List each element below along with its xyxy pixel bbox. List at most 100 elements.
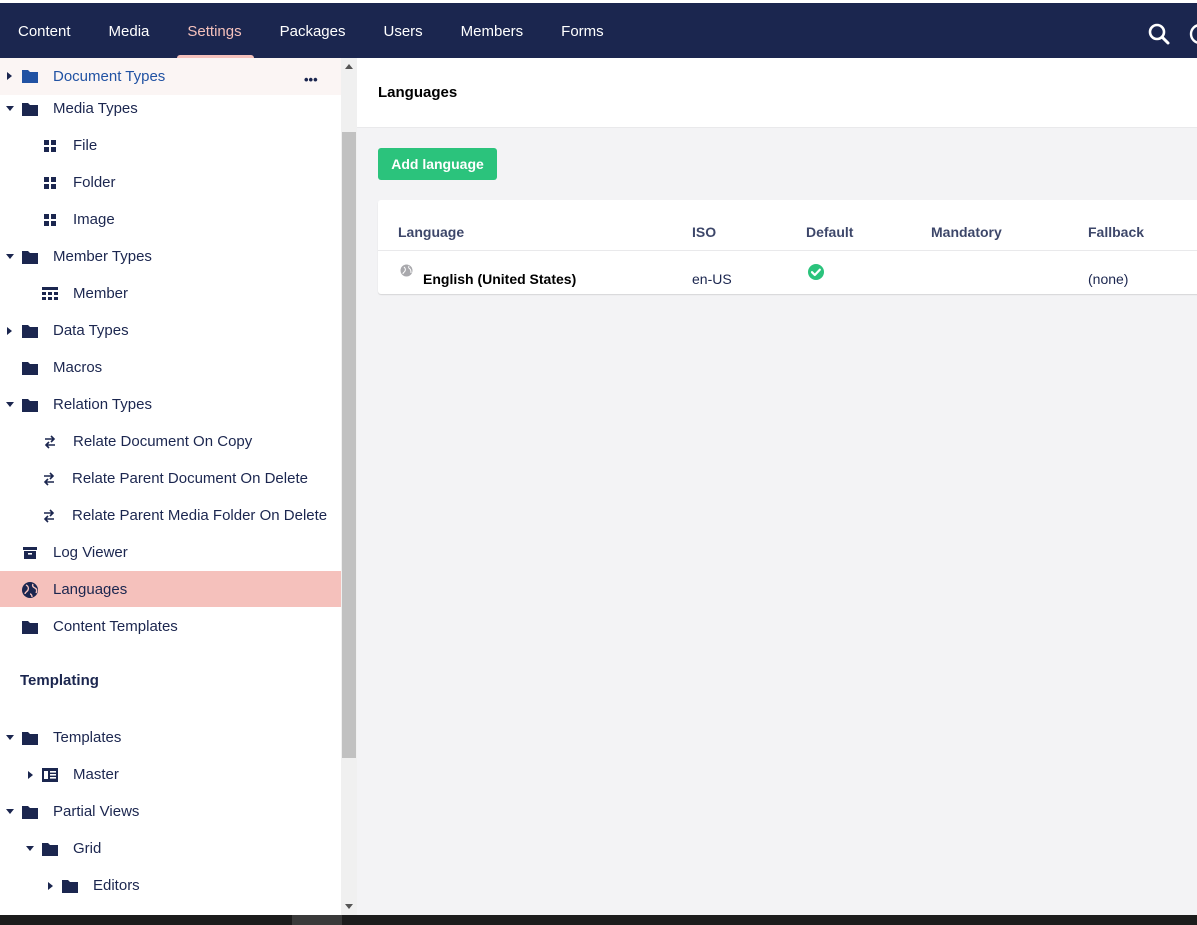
tree-item-relate-parent-document-on-delete[interactable]: Relate Parent Document On Delete [0,460,341,497]
tree-item-editors[interactable]: Editors [0,867,341,904]
folder-icon [42,843,58,856]
tree-item-relate-parent-media-folder-on-delete[interactable]: Relate Parent Media Folder On Delete [0,497,341,534]
section-heading-templating: Templating [20,672,99,689]
check-circle-icon [808,264,824,280]
folder-icon [22,103,38,116]
add-language-button[interactable]: Add language [378,148,497,180]
tab-forms[interactable]: Forms [543,6,624,58]
tree-item-label: Relate Document On Copy [73,433,253,450]
caret-down-icon[interactable] [6,254,14,259]
top-navigation-bar: Content Media Settings Packages Users Me… [0,0,1197,59]
column-header-fallback[interactable]: Fallback [1088,224,1144,240]
tree-item-label: Member [73,285,129,302]
table-cell-iso: en-US [692,271,732,287]
tab-media[interactable]: Media [91,6,170,58]
tree-item-label: Log Viewer [53,544,128,561]
tree-item-label: File [73,137,98,154]
tree-item-label: Grid [73,840,102,857]
caret-down-icon[interactable] [6,106,14,111]
page-title: Languages [378,84,458,101]
tree-item-relate-document-on-copy[interactable]: Relate Document On Copy [0,423,341,460]
tree-item-media-types[interactable]: Media Types [0,90,341,127]
tree-item-label: Media Types [53,100,138,117]
tree-item-folder[interactable]: Folder [0,164,341,201]
globe-icon [22,582,38,598]
tree-item-label: Languages [53,580,128,598]
folder-icon [22,806,38,819]
caret-right-icon[interactable] [7,327,12,335]
swap-arrows-icon [43,509,55,523]
languages-table: Language ISO Default Mandatory Fallback … [378,200,1197,294]
os-taskbar [0,915,1197,925]
tab-packages[interactable]: Packages [262,6,366,58]
tab-members[interactable]: Members [443,6,544,58]
tree-item-label: Relate Parent Media Folder On Delete [72,507,328,524]
column-header-language[interactable]: Language [398,224,464,240]
more-options-icon[interactable]: ••• [304,72,318,87]
tree-item-languages[interactable]: Languages [0,571,341,607]
member-grid-icon [42,287,58,300]
help-icon[interactable] [1188,22,1197,46]
tree-item-label: Image [73,211,115,228]
tree-item-label: Data Types [53,322,129,339]
folder-icon [62,880,78,893]
folder-icon [22,325,38,338]
tree-item-macros[interactable]: Macros [0,349,341,386]
caret-down-icon[interactable] [6,809,14,814]
archive-box-icon [23,547,37,559]
tree-item-label: Editors [93,877,140,894]
grid-icon [44,214,56,226]
folder-icon [22,399,38,412]
tree-item-member[interactable]: Member [0,275,341,312]
tree-item-data-types[interactable]: Data Types [0,312,341,349]
tree-item-log-viewer[interactable]: Log Viewer [0,534,341,571]
scroll-up-arrow-icon[interactable] [345,64,353,69]
tab-users[interactable]: Users [365,6,442,58]
caret-down-icon[interactable] [6,402,14,407]
tree-item-partial-views[interactable]: Partial Views [0,793,341,830]
section-tabs: Content Media Settings Packages Users Me… [0,6,624,59]
tree-item-label: Partial Views [53,803,140,820]
sidebar-scrollbar[interactable] [341,58,357,915]
folder-icon [22,621,38,634]
swap-arrows-icon [43,472,55,486]
scrollbar-thumb[interactable] [342,132,356,758]
folder-icon [22,362,38,375]
tab-settings[interactable]: Settings [169,6,261,59]
tree-item-label: Relate Parent Document On Delete [72,470,308,487]
row-divider [378,250,1197,251]
tree-item-master[interactable]: Master [0,756,341,793]
tree-item-templates[interactable]: Templates [0,719,341,756]
column-header-mandatory[interactable]: Mandatory [931,224,1002,240]
caret-right-icon[interactable] [28,771,33,779]
tree-item-label: Relation Types [53,396,152,413]
grid-icon [44,140,56,152]
tree-item-grid[interactable]: Grid [0,830,341,867]
tab-content[interactable]: Content [0,6,91,58]
caret-down-icon[interactable] [6,735,14,740]
tree-item-label: Member Types [53,248,152,265]
taskbar-item[interactable] [292,915,342,925]
caret-right-icon[interactable] [48,882,53,890]
tree-item-relation-types[interactable]: Relation Types [0,386,341,423]
languages-panel: Languages Add language Language ISO Defa… [357,58,1197,915]
search-icon[interactable] [1147,22,1171,46]
grid-icon [44,177,56,189]
tree-item-content-templates[interactable]: Content Templates [0,608,341,645]
panel-header: Languages [357,58,1197,128]
scroll-down-arrow-icon[interactable] [345,904,353,909]
folder-icon [22,732,38,745]
caret-down-icon[interactable] [26,846,34,851]
tree-item-image[interactable]: Image [0,201,341,238]
tree-item-label: Master [73,766,119,783]
table-cell-language[interactable]: English (United States) [423,271,576,287]
folder-icon [22,251,38,264]
tree-item-member-types[interactable]: Member Types [0,238,341,275]
column-header-default[interactable]: Default [806,224,853,240]
tree-item-label: Content Templates [53,618,178,635]
caret-right-icon[interactable] [7,72,12,80]
tree-item-file[interactable]: File [0,127,341,164]
settings-tree: Document Types ••• Media Types File Fold… [0,58,341,915]
tree-item-label: Folder [73,174,116,191]
column-header-iso[interactable]: ISO [692,224,716,240]
